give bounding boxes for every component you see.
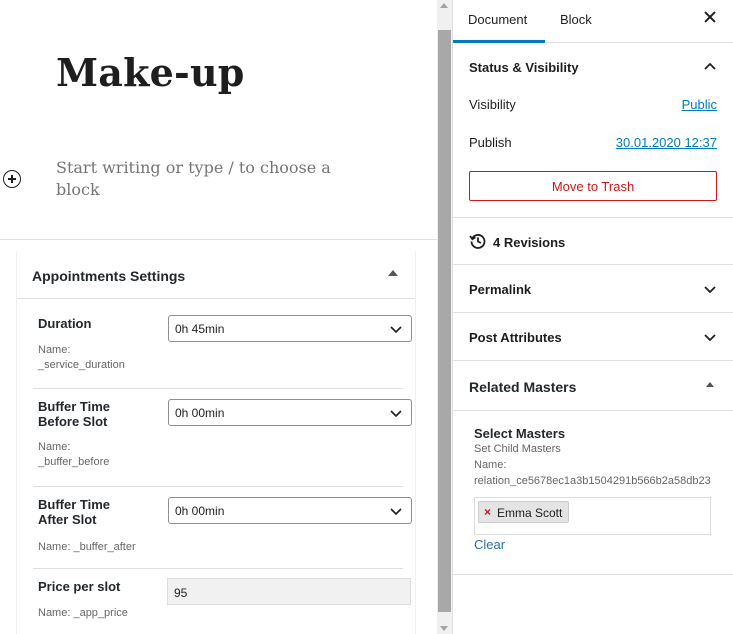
price-input[interactable]: 95 [167,578,411,605]
post-attributes-panel[interactable]: Post Attributes [453,313,733,361]
editor-scrollbar[interactable] [437,0,452,634]
publish-label: Publish [469,135,512,150]
status-visibility-panel: Status & Visibility Visibility Public Pu… [453,43,733,218]
buffer-before-field: Buffer Time Before Slot Name: _buffer_be… [33,389,412,487]
buffer-after-select[interactable]: 0h 00min [168,497,412,524]
metabox-title: Appointments Settings [32,268,186,284]
close-icon[interactable] [703,11,717,25]
scroll-up-arrow-icon[interactable] [440,3,448,8]
select-value: 0h 00min [175,406,225,420]
revisions-panel[interactable]: 4 Revisions [453,218,733,265]
field-label: Buffer Time Before Slot [38,399,110,429]
buffer-before-select[interactable]: 0h 00min [168,399,412,426]
field-name-value: _service_duration [38,359,125,371]
tag-label: Emma Scott [497,506,563,520]
panel-title: Related Masters [469,379,577,395]
field-name-value: _buffer_before [38,456,110,468]
tab-document[interactable]: Document [453,0,545,43]
scrollbar-thumb[interactable] [438,30,451,612]
masters-select-box[interactable]: × Emma Scott [474,497,711,535]
panel-title[interactable]: Status & Visibility [469,60,579,75]
selected-master-tag: × Emma Scott [478,501,570,523]
field-name-label: Name: [38,441,71,453]
field-name: Name: _buffer_after [38,541,136,553]
field-name-label: Name: [38,344,71,356]
publish-date-link[interactable]: 30.01.2020 12:37 [616,135,717,150]
block-inserter-icon[interactable] [3,170,21,188]
duration-select[interactable]: 0h 45min [168,315,412,342]
move-to-trash-button[interactable]: Move to Trash [469,171,717,201]
related-masters-header[interactable]: Related Masters [453,361,733,411]
chevron-down-icon [390,508,402,516]
metaboxes-area: Appointments Settings Duration Name: _se… [0,239,437,634]
post-title[interactable]: Make-up [56,50,245,95]
clear-link[interactable]: Clear [474,537,505,552]
chevron-down-icon[interactable] [703,282,717,296]
field-label: Buffer Time After Slot [38,497,110,527]
collapse-arrow-icon[interactable] [388,270,398,276]
metabox-header[interactable]: Appointments Settings [17,251,415,299]
duration-field: Duration Name: _service_duration 0h 45mi… [33,300,412,389]
chevron-down-icon[interactable] [703,330,717,344]
panel-title: Permalink [469,282,532,297]
panel-title: Post Attributes [469,330,562,345]
chevron-down-icon [390,410,402,418]
select-value: 0h 00min [175,504,225,518]
history-icon [469,234,486,249]
buffer-after-field: Buffer Time After Slot Name: _buffer_aft… [33,487,412,569]
remove-tag-icon[interactable]: × [484,505,491,519]
collapse-arrow-icon[interactable] [706,382,714,387]
sidebar-tabs: Document Block [453,0,733,43]
appointments-metabox: Appointments Settings Duration Name: _se… [16,251,416,634]
visibility-link[interactable]: Public [682,97,717,112]
chevron-up-icon[interactable] [703,60,717,74]
permalink-panel[interactable]: Permalink [453,265,733,313]
price-field: Price per slot Name: _app_price 95 [33,569,411,634]
select-value: 0h 45min [175,322,225,336]
scroll-down-arrow-icon[interactable] [440,626,448,631]
field-label: Price per slot [38,579,121,594]
editor-canvas: Make-up Start writing or type / to choos… [0,0,437,634]
block-placeholder[interactable]: Start writing or type / to choose a bloc… [56,157,346,201]
chevron-down-icon [390,326,402,334]
tab-block[interactable]: Block [560,0,592,43]
visibility-label: Visibility [469,97,516,112]
revisions-link[interactable]: 4 Revisions [493,235,565,250]
field-label: Duration [38,316,92,331]
field-name: Name: _app_price [38,607,128,619]
